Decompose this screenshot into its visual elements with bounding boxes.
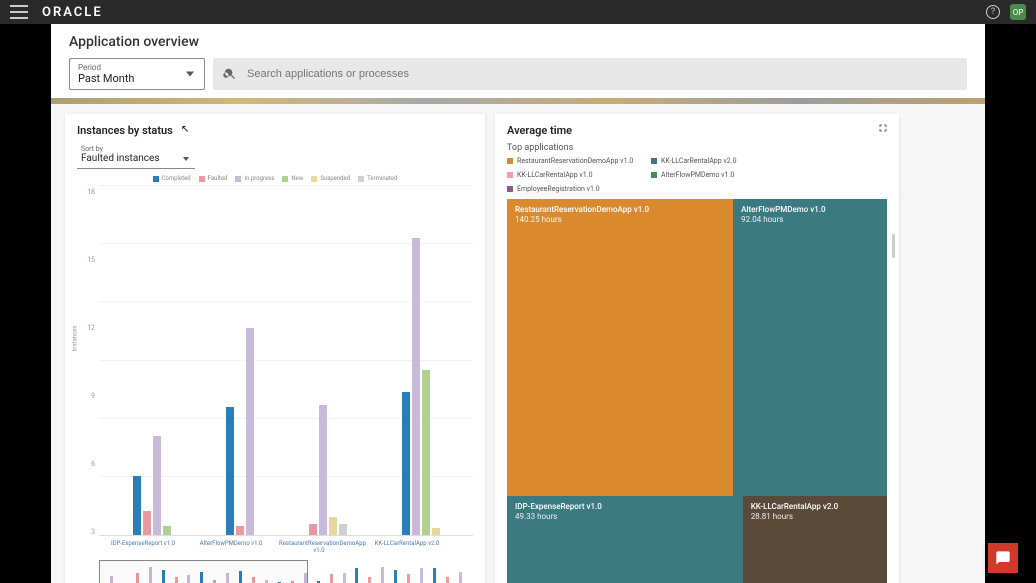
period-label: Period [78,63,196,72]
legend-scrollbar[interactable] [892,234,895,258]
brand-logo: ORACLE [42,5,103,20]
page-title: Application overview [69,34,967,50]
treemap-cell[interactable]: IDP-ExpenseReport v1.0 49.33 hours [507,496,743,583]
cell-hours: 92.04 hours [741,215,879,225]
cell-name: RestaurantReservationDemoApp v1.0 [515,205,725,215]
treemap-cell[interactable]: KK-LLCarRentalApp v2.0 28.81 hours [743,496,887,583]
card-title: Instances by status [77,124,473,137]
search-icon [223,67,237,81]
treemap-cell[interactable]: AlterFlowPMDemo v1.0 92.04 hours [733,199,887,496]
search-input[interactable] [247,68,957,80]
help-icon[interactable]: ? [986,5,1000,19]
expand-icon[interactable] [877,122,889,134]
hamburger-menu[interactable] [10,5,28,19]
sortby-value: Faulted instances [81,153,191,164]
treemap-cell[interactable]: RestaurantReservationDemoApp v1.0 140.25… [507,199,733,496]
cell-name: IDP-ExpenseReport v1.0 [515,502,735,512]
search-wrap[interactable] [213,58,967,90]
plot-area [99,186,473,536]
chat-fab[interactable] [988,543,1018,573]
brush-selection[interactable] [99,560,308,583]
card-subtitle: Top applications [507,143,887,153]
bar-legend: CompletedFaultedIn progressNewSuspendedT… [77,175,473,182]
card-title: Average time [507,124,887,137]
chat-icon [995,550,1011,566]
page-header: Application overview Period Past Month [51,24,985,98]
yaxis: 181512963 [77,186,99,536]
avatar[interactable]: OP [1010,4,1026,20]
sortby-select[interactable]: Sort by Faulted instances [77,143,195,169]
brush-overview[interactable] [99,560,473,583]
yaxis-label: Instances [72,325,79,351]
treemap[interactable]: RestaurantReservationDemoApp v1.0 140.25… [507,199,887,583]
cell-name: KK-LLCarRentalApp v2.0 [751,502,879,512]
cell-hours: 140.25 hours [515,215,725,225]
xaxis: IDP-ExpenseReport v1.0AlterFlowPMDemo v1… [77,540,473,554]
avgtime-card: Average time Top applications Restaurant… [495,114,899,583]
bar-chart[interactable]: Instances 181512963 [77,186,473,536]
sortby-label: Sort by [81,145,191,153]
period-select[interactable]: Period Past Month [69,58,205,90]
period-value: Past Month [78,72,196,85]
instances-card: Instances by status Sort by Faulted inst… [65,114,485,583]
cell-hours: 28.81 hours [751,512,879,522]
cell-hours: 49.33 hours [515,512,735,522]
cell-name: AlterFlowPMDemo v1.0 [741,205,879,215]
topbar: ORACLE ? OP [0,0,1036,24]
tree-legend: RestaurantReservationDemoApp v1.0KK-LLCa… [507,157,887,193]
